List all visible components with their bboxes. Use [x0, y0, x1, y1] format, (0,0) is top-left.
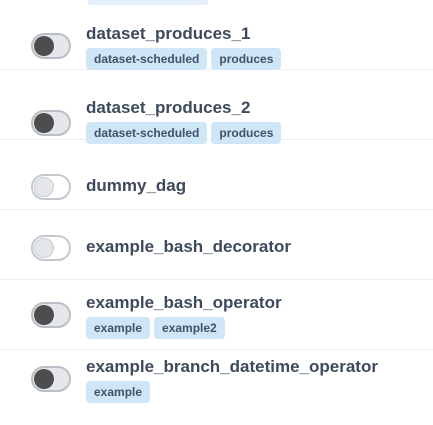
dag-list: dataset_produces_1 dataset-scheduled pro… [0, 0, 433, 425]
toggle-knob-icon [34, 113, 54, 133]
toggle-knob-icon [34, 238, 54, 258]
tag-list: example example2 [86, 317, 225, 339]
pause-toggle[interactable] [31, 33, 71, 59]
pause-toggle[interactable] [31, 235, 71, 261]
dag-name-link[interactable]: dataset_produces_2 [86, 98, 250, 118]
tag-badge[interactable]: example2 [154, 317, 225, 339]
tag-badge[interactable]: dataset-scheduled [86, 48, 208, 70]
tag-badge[interactable]: example [86, 381, 151, 403]
dag-row: dataset_produces_1 dataset-scheduled pro… [0, 0, 433, 70]
pause-toggle[interactable] [31, 366, 71, 392]
dag-name-link[interactable]: dataset_produces_1 [86, 24, 250, 44]
dag-name-link[interactable]: example_branch_datetime_operator [86, 357, 378, 377]
dag-name-link[interactable]: example_bash_decorator [86, 237, 291, 257]
pause-toggle[interactable] [31, 110, 71, 136]
dag-row: dataset_produces_2 dataset-scheduled pro… [0, 70, 433, 144]
toggle-knob-icon [34, 177, 54, 197]
tag-list: example [86, 381, 151, 403]
dag-name-link[interactable]: dummy_dag [86, 176, 186, 196]
tag-badge[interactable]: produces [211, 48, 282, 70]
dag-name-link[interactable]: example_bash_operator [86, 293, 282, 313]
pause-toggle[interactable] [31, 302, 71, 328]
toggle-knob-icon [34, 369, 54, 389]
toggle-knob-icon [34, 36, 54, 56]
pause-toggle[interactable] [31, 174, 71, 200]
toggle-knob-icon [34, 305, 54, 325]
tag-badge[interactable]: example [86, 317, 151, 339]
dag-row: example_branch_datetime_operator example [0, 350, 433, 425]
tag-list: dataset-scheduled produces [86, 48, 282, 70]
dag-row: example_bash_decorator [0, 210, 433, 280]
dag-row: dummy_dag [0, 140, 433, 210]
dag-row: example_bash_operator example example2 [0, 280, 433, 350]
